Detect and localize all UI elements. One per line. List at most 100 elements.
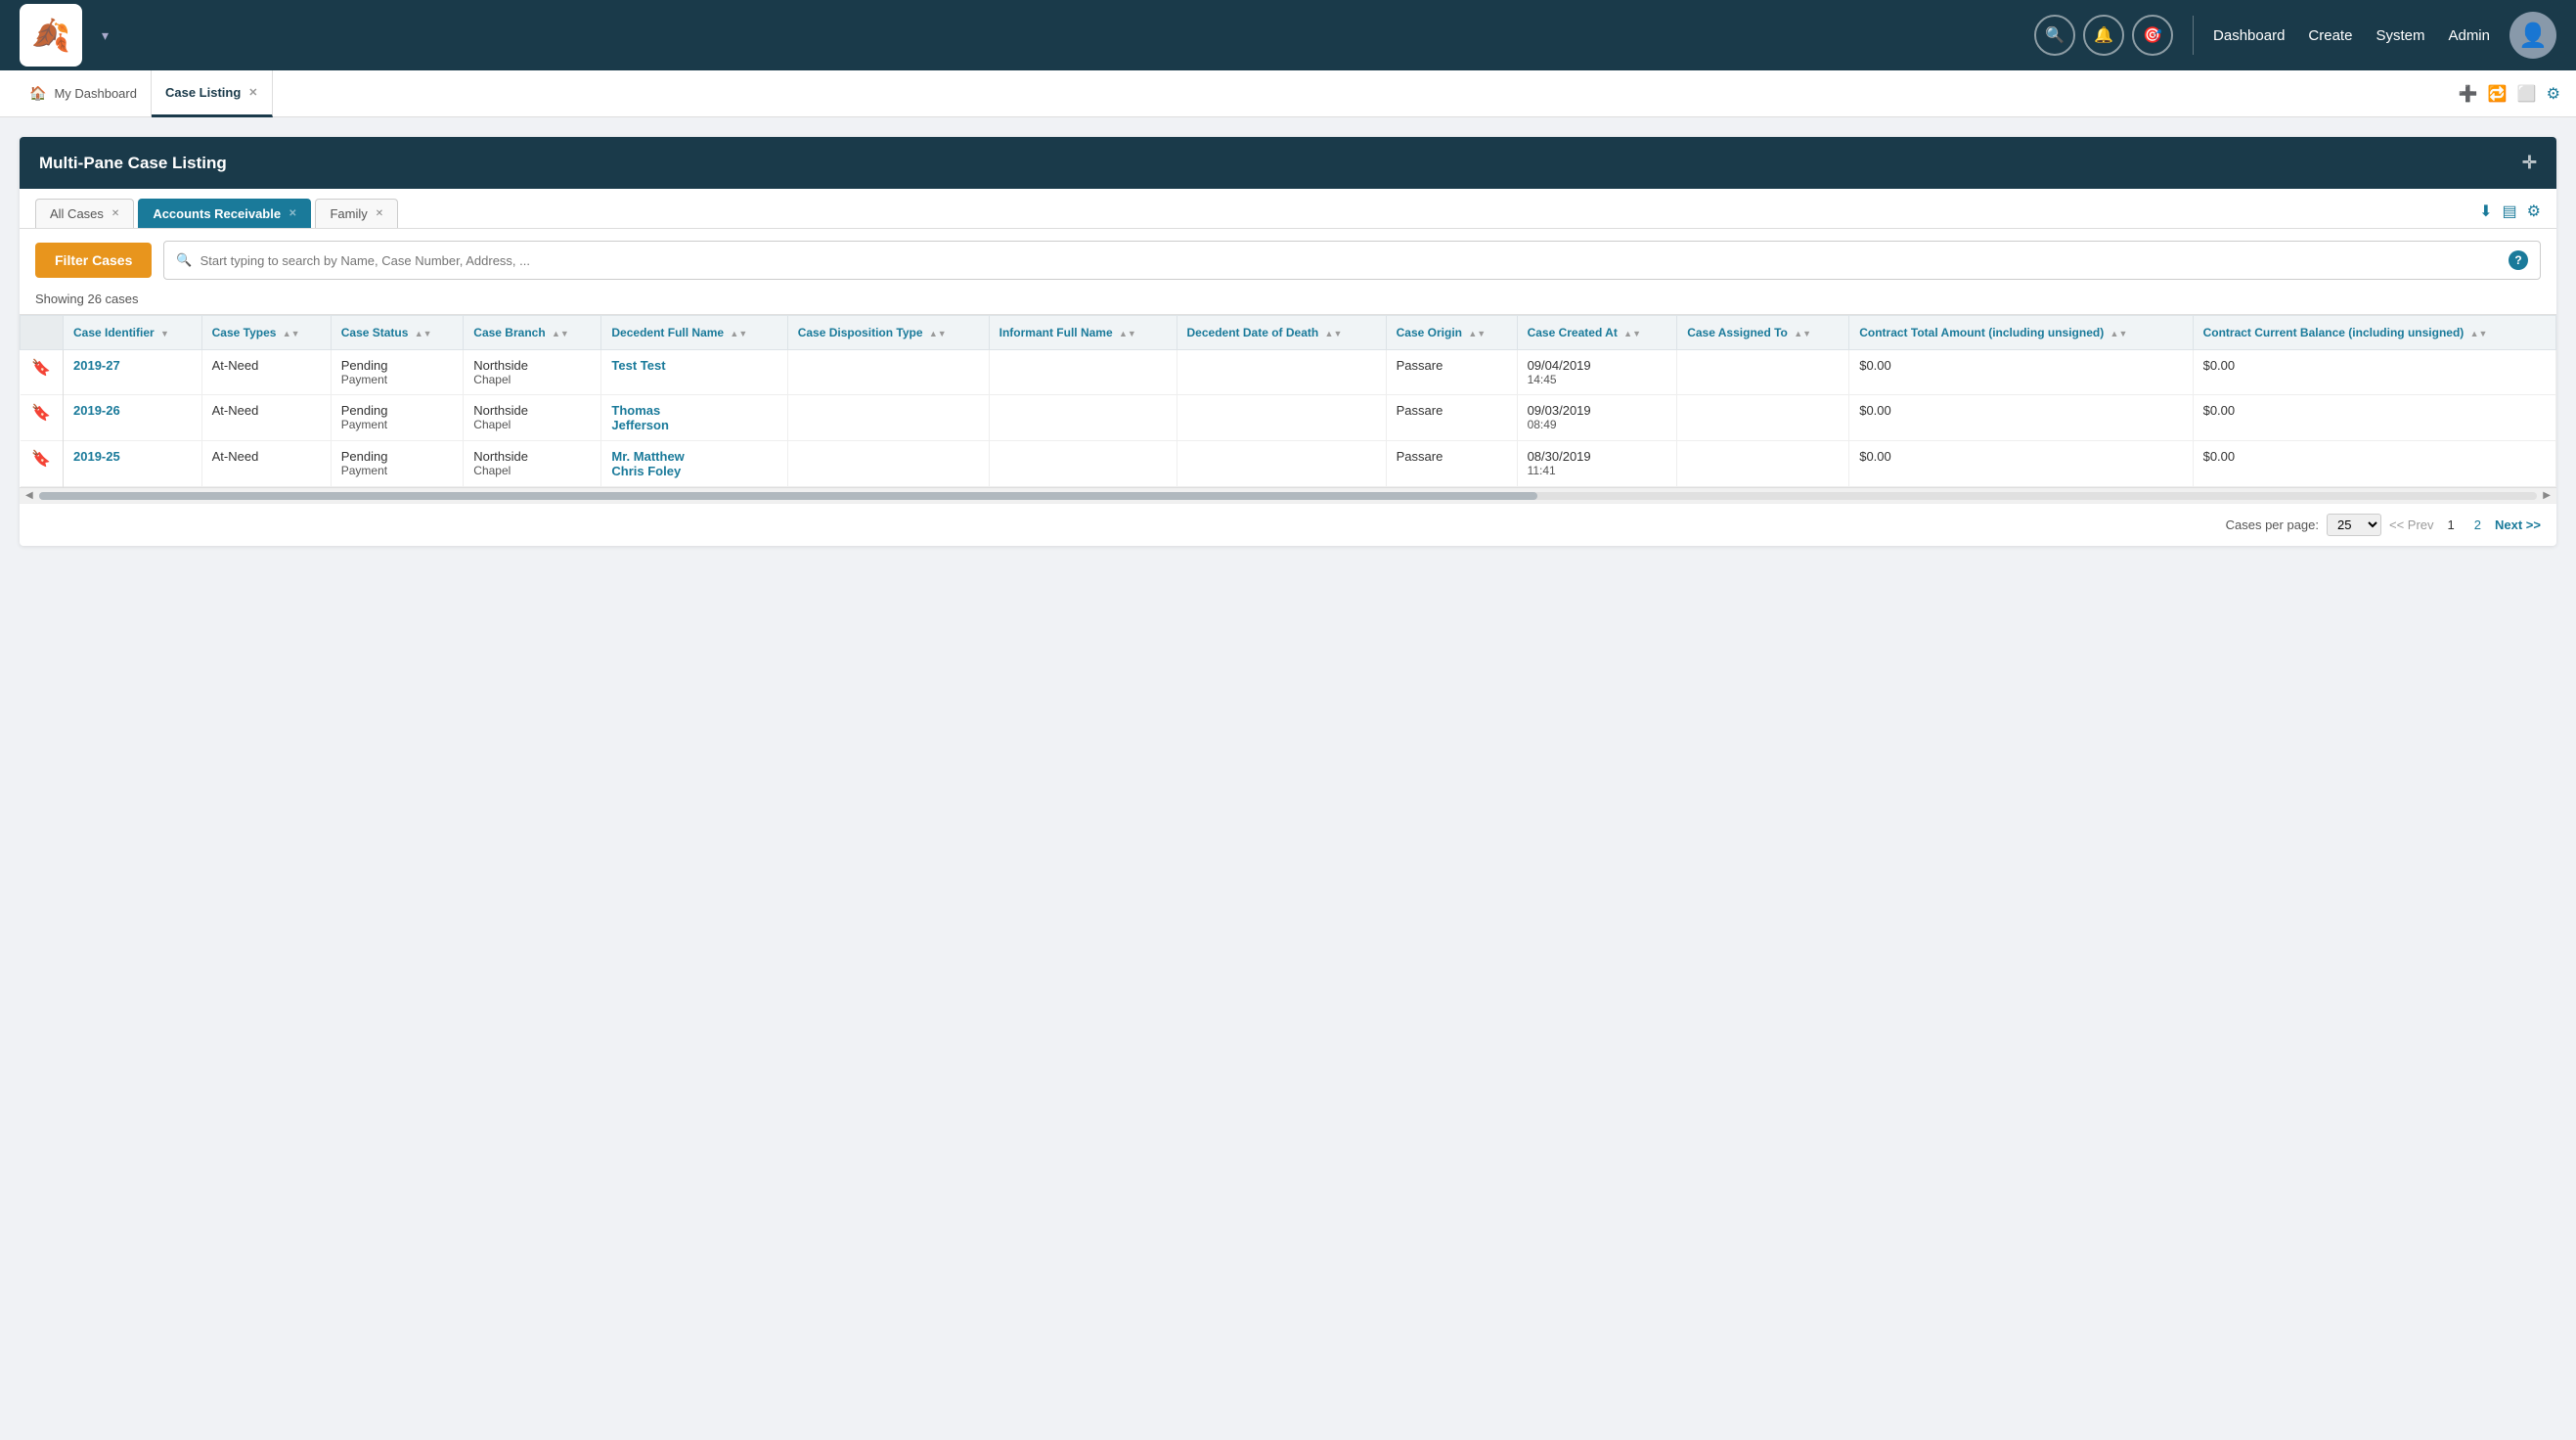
- notifications-button[interactable]: 🔔: [2083, 15, 2124, 56]
- scroll-left-icon[interactable]: ◀: [23, 490, 35, 501]
- pagination-bar: Cases per page: 25 50 100 << Prev 1 2 Ne…: [20, 503, 2556, 546]
- search-input[interactable]: [200, 253, 2501, 268]
- bookmark-icon[interactable]: 🔖: [31, 405, 51, 422]
- decedent-name-link[interactable]: Thomas: [611, 403, 660, 418]
- bookmark-icon[interactable]: 🔖: [31, 451, 51, 468]
- case-identifier-link[interactable]: 2019-27: [73, 358, 120, 373]
- case-origin-cell: Passare: [1386, 441, 1517, 487]
- decedent-name-link2[interactable]: Chris Foley: [611, 464, 681, 478]
- col-case-identifier[interactable]: Case Identifier ▼: [64, 316, 202, 350]
- inner-tab-ar-close[interactable]: ✕: [289, 208, 296, 219]
- case-assigned-to-cell: [1677, 350, 1849, 395]
- move-panel-icon[interactable]: ✛: [2522, 153, 2537, 173]
- sort-balance-icon: ▲▼: [2470, 329, 2488, 338]
- inner-tab-family[interactable]: Family ✕: [315, 199, 398, 228]
- inner-tabs-right: ⬇ ▤ ⚙: [2479, 202, 2541, 225]
- col-contract-total-amount[interactable]: Contract Total Amount (including unsigne…: [1849, 316, 2193, 350]
- home-icon: 🏠: [29, 85, 46, 102]
- scroll-right-icon[interactable]: ▶: [2541, 490, 2553, 501]
- search-icon: 🔍: [176, 252, 192, 268]
- next-page-button[interactable]: Next >>: [2495, 518, 2541, 532]
- user-avatar[interactable]: 👤: [2509, 12, 2556, 59]
- case-assigned-to-cell: [1677, 441, 1849, 487]
- settings-tab-icon[interactable]: ⚙: [2547, 84, 2560, 104]
- nav-admin[interactable]: Admin: [2448, 27, 2490, 44]
- page-1-button[interactable]: 1: [2442, 516, 2461, 534]
- app-logo[interactable]: 🍂: [20, 4, 82, 67]
- sort-origin-icon: ▲▼: [1468, 329, 1486, 338]
- col-informant-full-name[interactable]: Informant Full Name ▲▼: [989, 316, 1177, 350]
- contract-current-balance-cell: $0.00: [2193, 395, 2555, 441]
- page-2-button[interactable]: 2: [2468, 516, 2487, 534]
- col-case-status[interactable]: Case Status ▲▼: [331, 316, 464, 350]
- refresh-tab-icon[interactable]: 🔁: [2488, 84, 2508, 104]
- nav-create[interactable]: Create: [2308, 27, 2352, 44]
- inner-tab-family-close[interactable]: ✕: [376, 208, 383, 219]
- case-assigned-to-cell: [1677, 395, 1849, 441]
- col-decedent-full-name[interactable]: Decedent Full Name ▲▼: [601, 316, 787, 350]
- list-view-icon[interactable]: ▤: [2503, 202, 2517, 221]
- target-button[interactable]: 🎯: [2132, 15, 2173, 56]
- sort-case-id-icon: ▼: [160, 329, 169, 338]
- inner-tab-accounts-receivable[interactable]: Accounts Receivable ✕: [138, 199, 311, 228]
- informant-full-name-cell: [989, 395, 1177, 441]
- nav-system[interactable]: System: [2376, 27, 2424, 44]
- tab-case-listing[interactable]: Case Listing ✕: [152, 70, 273, 117]
- col-case-origin[interactable]: Case Origin ▲▼: [1386, 316, 1517, 350]
- col-case-created-at[interactable]: Case Created At ▲▼: [1517, 316, 1677, 350]
- col-case-assigned-to[interactable]: Case Assigned To ▲▼: [1677, 316, 1849, 350]
- tab-actions: ➕ 🔁 ⬜ ⚙: [2459, 84, 2560, 104]
- case-disposition-type-cell: [787, 395, 989, 441]
- add-tab-icon[interactable]: ➕: [2459, 84, 2478, 104]
- contract-total-amount-cell: $0.00: [1849, 441, 2193, 487]
- contract-total-amount-cell: $0.00: [1849, 395, 2193, 441]
- case-types-cell: At-Need: [201, 350, 331, 395]
- informant-full-name-cell: [989, 441, 1177, 487]
- case-branch-cell: NorthsideChapel: [464, 395, 601, 441]
- col-case-branch[interactable]: Case Branch ▲▼: [464, 316, 601, 350]
- table-row: 🔖2019-25At-NeedPendingPaymentNorthsideCh…: [21, 441, 2556, 487]
- decedent-name-link[interactable]: Test Test: [611, 358, 665, 373]
- nav-dashboard[interactable]: Dashboard: [2213, 27, 2285, 44]
- tab-my-dashboard-label: My Dashboard: [54, 86, 137, 101]
- tab-my-dashboard[interactable]: 🏠 My Dashboard: [16, 70, 152, 117]
- col-case-types[interactable]: Case Types ▲▼: [201, 316, 331, 350]
- case-status-cell: PendingPayment: [331, 350, 464, 395]
- download-icon[interactable]: ⬇: [2479, 202, 2492, 221]
- decedent-name-link2[interactable]: Jefferson: [611, 418, 669, 432]
- table-wrap: Case Identifier ▼ Case Types ▲▼ Case Sta…: [20, 314, 2556, 487]
- logo-caret[interactable]: ▾: [102, 27, 109, 44]
- per-page-select[interactable]: 25 50 100: [2327, 514, 2381, 536]
- sort-case-types-icon: ▲▼: [283, 329, 300, 338]
- col-case-disposition-type[interactable]: Case Disposition Type ▲▼: [787, 316, 989, 350]
- maximize-tab-icon[interactable]: ⬜: [2517, 84, 2537, 104]
- case-identifier-link[interactable]: 2019-25: [73, 449, 120, 464]
- scroll-thumb[interactable]: [39, 492, 1538, 500]
- panel-title: Multi-Pane Case Listing: [39, 154, 227, 173]
- inner-tab-ar-label: Accounts Receivable: [153, 206, 281, 221]
- case-status-cell: PendingPayment: [331, 441, 464, 487]
- col-contract-current-balance[interactable]: Contract Current Balance (including unsi…: [2193, 316, 2555, 350]
- inner-tab-all-cases-close[interactable]: ✕: [111, 208, 119, 219]
- sort-decedent-icon: ▲▼: [730, 329, 747, 338]
- sort-created-icon: ▲▼: [1623, 329, 1641, 338]
- showing-count: Showing 26 cases: [20, 292, 2556, 314]
- search-nav-button[interactable]: 🔍: [2034, 15, 2075, 56]
- bookmark-icon[interactable]: 🔖: [31, 360, 51, 377]
- search-help-icon[interactable]: ?: [2509, 250, 2528, 270]
- prev-page-button[interactable]: << Prev: [2389, 518, 2434, 532]
- decedent-date-of-death-cell: [1177, 395, 1386, 441]
- case-identifier-link[interactable]: 2019-26: [73, 403, 120, 418]
- tab-close-icon[interactable]: ✕: [248, 86, 257, 99]
- scroll-track[interactable]: ◀ ▶: [20, 487, 2556, 503]
- case-created-at-cell: 09/04/201914:45: [1517, 350, 1677, 395]
- decedent-name-link[interactable]: Mr. Matthew: [611, 449, 684, 464]
- inner-tab-all-cases[interactable]: All Cases ✕: [35, 199, 134, 228]
- scroll-bar[interactable]: [39, 492, 2538, 500]
- filter-cases-button[interactable]: Filter Cases: [35, 243, 152, 278]
- toolbar: Filter Cases 🔍 ?: [20, 229, 2556, 292]
- col-decedent-date-of-death[interactable]: Decedent Date of Death ▲▼: [1177, 316, 1386, 350]
- sort-case-status-icon: ▲▼: [415, 329, 432, 338]
- inner-settings-icon[interactable]: ⚙: [2527, 202, 2541, 221]
- nav-divider: [2193, 16, 2194, 55]
